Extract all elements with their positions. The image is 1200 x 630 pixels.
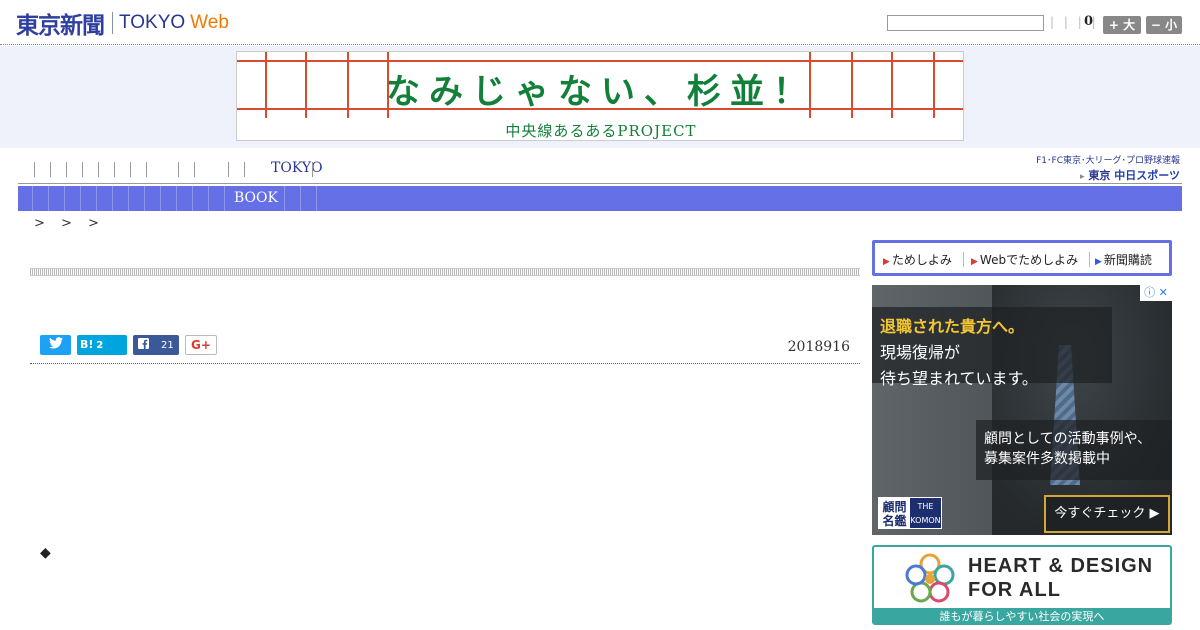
nav-separator [112,186,113,211]
suginami-banner[interactable]: なみじゃない、杉並！ 中央線あるあるPROJECT [236,51,964,141]
nav-separator [130,162,131,177]
sidebar-link-label: ためしよみ [891,253,952,267]
nav-separator [316,186,317,211]
nav-separator [82,162,83,177]
top-header: 東京新聞 TOKYO Web | | | | 0 + 大 − 小 [0,0,1200,45]
banner-subtitle: 中央線あるあるPROJECT [505,122,697,140]
logo-tokyo-shimbun: 東京新聞 [16,12,105,39]
twitter-share-button[interactable] [40,335,71,355]
nav-separator [50,162,51,177]
search-input[interactable] [887,15,1044,31]
nav-divider [18,183,1182,184]
font-larger-button[interactable]: + 大 [1103,16,1141,34]
facebook-icon [138,338,149,349]
font-smaller-button[interactable]: − 小 [1146,16,1182,34]
ad2-line-1: HEART & DESIGN [968,555,1154,577]
nav-separator [228,162,229,177]
secondary-nav: BOOK [18,186,1182,211]
header-count: 0 [1084,14,1094,29]
advertisement-komon[interactable]: ⓘ ✕ 退職された貴方へ。 現場復帰が 待ち望まれています。 顧問としての活動事… [872,285,1172,535]
hatena-bookmark-button[interactable]: B! 2 [77,335,127,355]
sidebar-link-web-trial-read[interactable]: ▶ Webでためしよみ [971,251,1078,268]
nav-separator [64,186,65,211]
chunichi-logo: ▸ 東京 中日スポーツ [1026,167,1180,183]
banner-title: なみじゃない、杉並！ [386,72,816,112]
ad-headline-box: 退職された貴方へ。 現場復帰が 待ち望まれています。 [872,307,1112,388]
ad-headline: 退職された貴方へ。 [880,317,1025,336]
nav-separator [144,186,145,211]
nav-item-book[interactable]: BOOK [234,190,278,206]
facebook-share-button[interactable]: 21 [133,335,179,355]
nav-separator [146,162,147,177]
ad2-line-2: FOR ALL [968,579,1061,601]
link-separator [1089,252,1090,267]
ad-body-box: 顧問としての活動事例や、 募集案件多数掲載中 [976,420,1172,480]
hatena-icon: B! [80,338,94,351]
logo-separator [112,12,113,34]
chunichi-name: 中日スポーツ [1114,169,1180,182]
ad-body-2: 募集案件多数掲載中 [984,451,1110,467]
nav-separator [300,186,301,211]
triangle-right-icon: ▶ [1095,257,1102,267]
sidebar-link-trial-read[interactable]: ▶ ためしよみ [883,251,952,268]
site-logo[interactable]: 東京新聞 TOKYO Web [16,9,229,39]
chevron-right-icon: ▸ [1080,172,1085,182]
nav-separator [224,186,225,211]
google-plus-share-button[interactable]: G+ [185,335,217,355]
article-title-rule [30,268,860,276]
nav-separator [80,186,81,211]
link-separator [963,252,964,267]
triangle-right-icon: ▶ [971,257,978,267]
triangle-right-icon: ▶ [883,257,890,267]
nav-separator [98,162,99,177]
ad-logo-jp: 顧問名鑑 [879,498,910,528]
ad-body-1: 顧問としての活動事例や、 [984,431,1152,447]
flower-logo-icon [905,553,955,603]
nav-separator [128,186,129,211]
nav-separator [194,162,195,177]
nav-separator [192,186,193,211]
nav-separator [176,186,177,211]
diamond-bullet-icon: ◆ [40,545,51,561]
banner-band: なみじゃない、杉並！ 中央線あるあるPROJECT [0,46,1200,148]
nav-separator [312,162,313,177]
primary-nav: TOKYO [18,158,1018,183]
chunichi-tagline: F1･FC東京･大リーグ･プロ野球速報 [1036,156,1180,166]
nav-separator [208,186,209,211]
sidebar-link-label: Webでためしよみ [979,253,1079,267]
nav-separator [160,186,161,211]
article-date: 2018916 [787,339,850,355]
nav-separator [244,162,245,177]
nav-separator [284,186,285,211]
ad-komon-logo: 顧問名鑑 THE KOMON [878,497,942,529]
facebook-count: 21 [161,340,174,351]
nav-separator [178,162,179,177]
subscription-links-box: ▶ ためしよみ ▶ Webでためしよみ ▶ 新聞購読 [872,240,1172,276]
nav-separator [32,186,33,211]
chunichi-sports-link[interactable]: F1･FC東京･大リーグ･プロ野球速報 ▸ 東京 中日スポーツ [1026,153,1180,183]
logo-tokyo-text: TOKYO [119,12,186,33]
nav-separator [66,162,67,177]
nav-separator [34,162,35,177]
sidebar-link-subscribe[interactable]: ▶ 新聞購読 [1095,251,1152,268]
nav-separator [96,186,97,211]
ad-check-now-button[interactable]: 今すぐチェック ▶ [1044,495,1170,533]
sidebar-link-label: 新聞購読 [1103,253,1152,267]
nav-separator [114,162,115,177]
advertisement-heart-design[interactable]: HEART & DESIGN FOR ALL 誰もが暮らしやすい社会の実現へ [872,545,1172,625]
nav-item-tokyo[interactable]: TOKYO [271,160,323,176]
hatena-count: 2 [96,340,104,351]
breadcrumb[interactable]: > > > [34,216,99,231]
ad-line-3: 待ち望まれています。 [880,369,1038,388]
article-divider [30,363,860,364]
ad-logo-en: THE KOMON [910,498,941,528]
twitter-icon [48,337,63,349]
ad-line-2: 現場復帰が [880,343,961,362]
adchoices-icon[interactable]: ⓘ ✕ [1140,285,1172,301]
chunichi-prefix: 東京 [1088,169,1111,182]
ad2-tagline: 誰もが暮らしやすい社会の実現へ [874,608,1170,623]
nav-separator [48,186,49,211]
logo-web-text: Web [190,12,229,33]
